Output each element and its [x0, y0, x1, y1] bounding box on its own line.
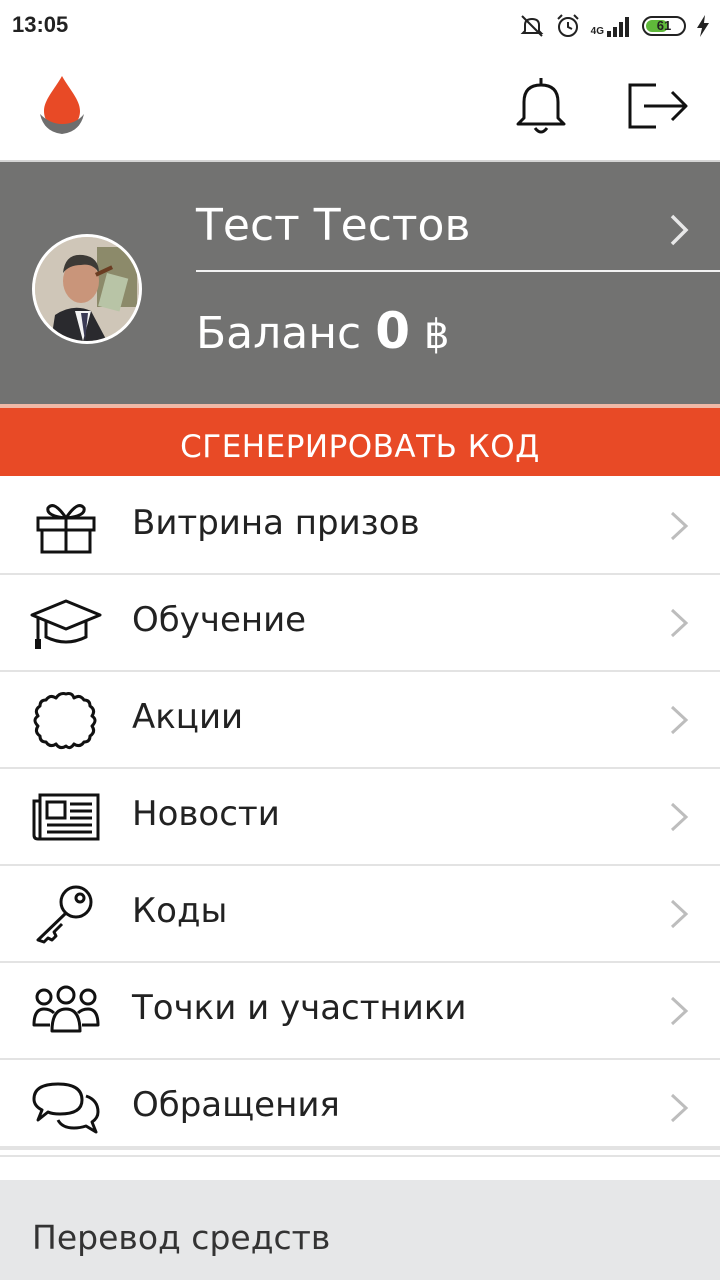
main-menu: Витрина призов Обучение Акции Новости Ко… — [0, 478, 720, 1157]
avatar-image — [35, 237, 139, 341]
menu-divider — [0, 1146, 720, 1150]
status-time: 13:05 — [12, 12, 69, 37]
status-icons: 4G 61 — [519, 10, 710, 42]
chevron-right-icon — [670, 899, 689, 929]
menu-label: Коды — [132, 891, 228, 931]
chevron-right-icon — [670, 996, 689, 1026]
battery-icon: 61 — [642, 16, 686, 36]
badge-icon — [33, 692, 97, 750]
currency-symbol: ฿ — [424, 312, 450, 358]
balance-label: Баланс — [196, 308, 362, 359]
menu-label: Точки и участники — [132, 988, 467, 1028]
menu-item-news[interactable]: Новости — [0, 769, 720, 866]
chevron-right-icon[interactable] — [668, 212, 692, 248]
balance-value: 0 — [375, 302, 410, 360]
menu-item-promotions[interactable]: Акции — [0, 672, 720, 769]
battery-text: 61 — [656, 18, 672, 33]
logout-icon[interactable] — [626, 82, 690, 130]
bell-icon[interactable] — [510, 74, 572, 136]
charging-icon — [697, 15, 709, 37]
chevron-right-icon — [670, 1093, 689, 1123]
chevron-right-icon — [670, 608, 689, 638]
user-name[interactable]: Тест Тестов — [196, 200, 470, 251]
chevron-right-icon — [670, 511, 689, 541]
menu-item-prizes[interactable]: Витрина призов — [0, 478, 720, 575]
menu-label: Акции — [132, 697, 244, 737]
mute-icon — [520, 15, 544, 37]
menu-label: Обращения — [132, 1085, 340, 1125]
users-icon — [32, 985, 100, 1033]
generate-code-button[interactable]: СГЕНЕРИРОВАТЬ КОД — [0, 408, 720, 476]
balance: Баланс 0 ฿ — [196, 302, 449, 360]
menu-item-training[interactable]: Обучение — [0, 575, 720, 672]
status-bar: 13:05 4G 61 — [0, 0, 720, 52]
avatar[interactable] — [32, 234, 142, 344]
menu-item-codes[interactable]: Коды — [0, 866, 720, 963]
profile-divider — [196, 270, 720, 272]
profile-panel[interactable]: Тест Тестов Баланс 0 ฿ — [0, 162, 720, 408]
blood-drop-hand-icon[interactable] — [36, 74, 88, 136]
menu-label: Обучение — [132, 600, 307, 640]
signal-icon: 4G — [591, 15, 632, 37]
menu-item-requests[interactable]: Обращения — [0, 1060, 720, 1157]
graduation-cap-icon — [30, 599, 102, 649]
alarm-icon — [556, 14, 579, 37]
menu-item-points-participants[interactable]: Точки и участники — [0, 963, 720, 1060]
key-icon — [36, 885, 93, 944]
menu-label: Витрина призов — [132, 503, 420, 543]
transfer-funds-label: Перевод средств — [32, 1218, 331, 1257]
menu-label: Новости — [132, 794, 280, 834]
network-type: 4G — [590, 26, 604, 37]
chevron-right-icon — [670, 802, 689, 832]
transfer-funds[interactable]: Перевод средств — [0, 1180, 720, 1280]
chat-bubbles-icon — [32, 1082, 100, 1134]
chevron-right-icon — [670, 705, 689, 735]
newspaper-icon — [32, 793, 100, 841]
app-header — [0, 52, 720, 162]
gift-icon — [36, 504, 96, 554]
